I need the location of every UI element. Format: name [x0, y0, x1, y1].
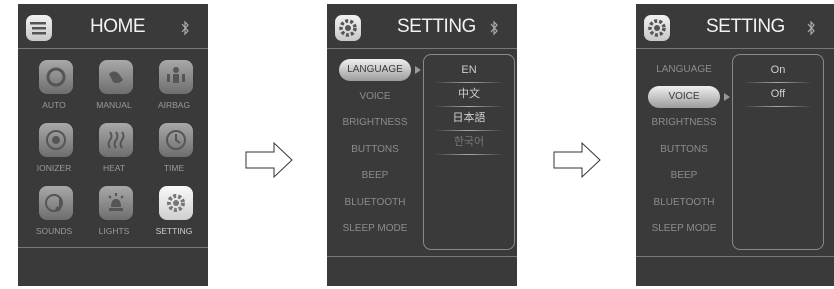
menu-item-voice[interactable]: VOICE — [327, 86, 423, 108]
bluetooth-icon — [490, 20, 498, 36]
option-divider — [434, 154, 504, 155]
menu-item-brightness[interactable]: BRIGHTNESS — [636, 112, 732, 134]
home-item-label: AIRBAG — [157, 100, 191, 110]
lamp-icon — [99, 186, 133, 220]
gear-icon — [159, 186, 193, 220]
airbag-icon — [159, 60, 193, 94]
menu-item-buttons[interactable]: BUTTONS — [636, 139, 732, 161]
page-title: SETTING — [397, 16, 476, 37]
menu-item-language[interactable]: LANGUAGE — [636, 59, 732, 81]
home-item-lights[interactable]: LIGHTS — [84, 186, 144, 246]
menu-item-language[interactable]: LANGUAGE — [339, 59, 411, 81]
voice-options-panel: On Off — [732, 54, 824, 250]
option-item[interactable]: EN — [424, 59, 514, 83]
option-label: 한국어 — [453, 136, 485, 148]
gear-icon[interactable] — [335, 15, 361, 41]
menu-item-bluetooth[interactable]: BLUETOOTH — [636, 192, 732, 214]
selection-pointer-icon — [415, 66, 421, 74]
flow-arrow — [245, 141, 293, 179]
home-header: HOME — [18, 4, 208, 48]
auto-icon — [39, 60, 73, 94]
option-label: 日本語 — [452, 112, 486, 124]
footer-divider — [327, 256, 517, 257]
selection-pointer-icon — [724, 92, 730, 101]
home-item-heat[interactable]: HEAT — [84, 123, 144, 183]
music-icon — [39, 186, 73, 220]
home-item-time[interactable]: TIME — [144, 123, 204, 183]
ionizer-icon — [39, 123, 73, 157]
home-item-airbag[interactable]: AIRBAG — [144, 60, 204, 120]
footer-divider — [18, 247, 208, 248]
page-title: SETTING — [706, 16, 785, 37]
menu-item-beep[interactable]: BEEP — [636, 165, 732, 187]
option-label: 中文 — [458, 88, 480, 100]
setting-language-screen: SETTING LANGUAGE VOICE BRIGHTNESS BUTTONS BE… — [327, 4, 517, 286]
home-item-manual[interactable]: MANUAL — [84, 60, 144, 120]
menu-icon[interactable] — [26, 15, 52, 41]
page-title: HOME — [90, 16, 146, 37]
manual-icon — [99, 60, 133, 94]
option-label: EN — [461, 64, 477, 76]
option-item[interactable]: Off — [733, 83, 823, 107]
bluetooth-icon — [181, 20, 189, 36]
option-item[interactable]: 한국어 — [424, 131, 514, 155]
setting-header: SETTING — [636, 4, 834, 48]
header-divider — [18, 48, 208, 49]
home-item-ionizer[interactable]: IONIZER — [24, 123, 84, 183]
setting-voice-screen: SETTING LANGUAGE VOICE BRIGHTNESS BUTTONS BE… — [636, 4, 834, 286]
option-label: On — [770, 64, 786, 76]
header-divider — [636, 48, 834, 49]
option-item[interactable]: On — [733, 59, 823, 83]
menu-item-sleep-mode[interactable]: SLEEP MODE — [636, 218, 732, 240]
gear-icon[interactable] — [644, 15, 670, 41]
option-item[interactable]: 中文 — [424, 83, 514, 107]
menu-item-buttons[interactable]: BUTTONS — [327, 139, 423, 161]
flow-arrow — [553, 141, 601, 179]
heat-icon — [99, 123, 133, 157]
home-item-label: TIME — [163, 163, 185, 173]
menu-item-brightness[interactable]: BRIGHTNESS — [327, 112, 423, 134]
home-item-label: SETTING — [155, 226, 193, 236]
header-divider — [327, 48, 517, 49]
home-item-auto[interactable]: AUTO — [24, 60, 84, 120]
home-item-setting[interactable]: SETTING — [144, 186, 204, 246]
option-divider — [743, 106, 813, 107]
home-item-sounds[interactable]: SOUNDS — [24, 186, 84, 246]
menu-item-beep[interactable]: BEEP — [327, 165, 423, 187]
menu-item-voice[interactable]: VOICE — [648, 85, 720, 108]
option-label: Off — [770, 88, 786, 100]
language-options-panel: EN 中文日本語 한국어 — [423, 54, 515, 250]
clock-icon — [159, 123, 193, 157]
menu-item-bluetooth[interactable]: BLUETOOTH — [327, 192, 423, 214]
home-screen: HOME AUTO MANUAL AIRBAG IONIZER HEAT TIME SOUN… — [18, 4, 208, 286]
bluetooth-icon — [807, 20, 815, 36]
setting-header: SETTING — [327, 4, 517, 48]
menu-item-sleep-mode[interactable]: SLEEP MODE — [327, 218, 423, 240]
option-item[interactable]: 日本語 — [424, 107, 514, 131]
footer-divider — [636, 256, 834, 257]
